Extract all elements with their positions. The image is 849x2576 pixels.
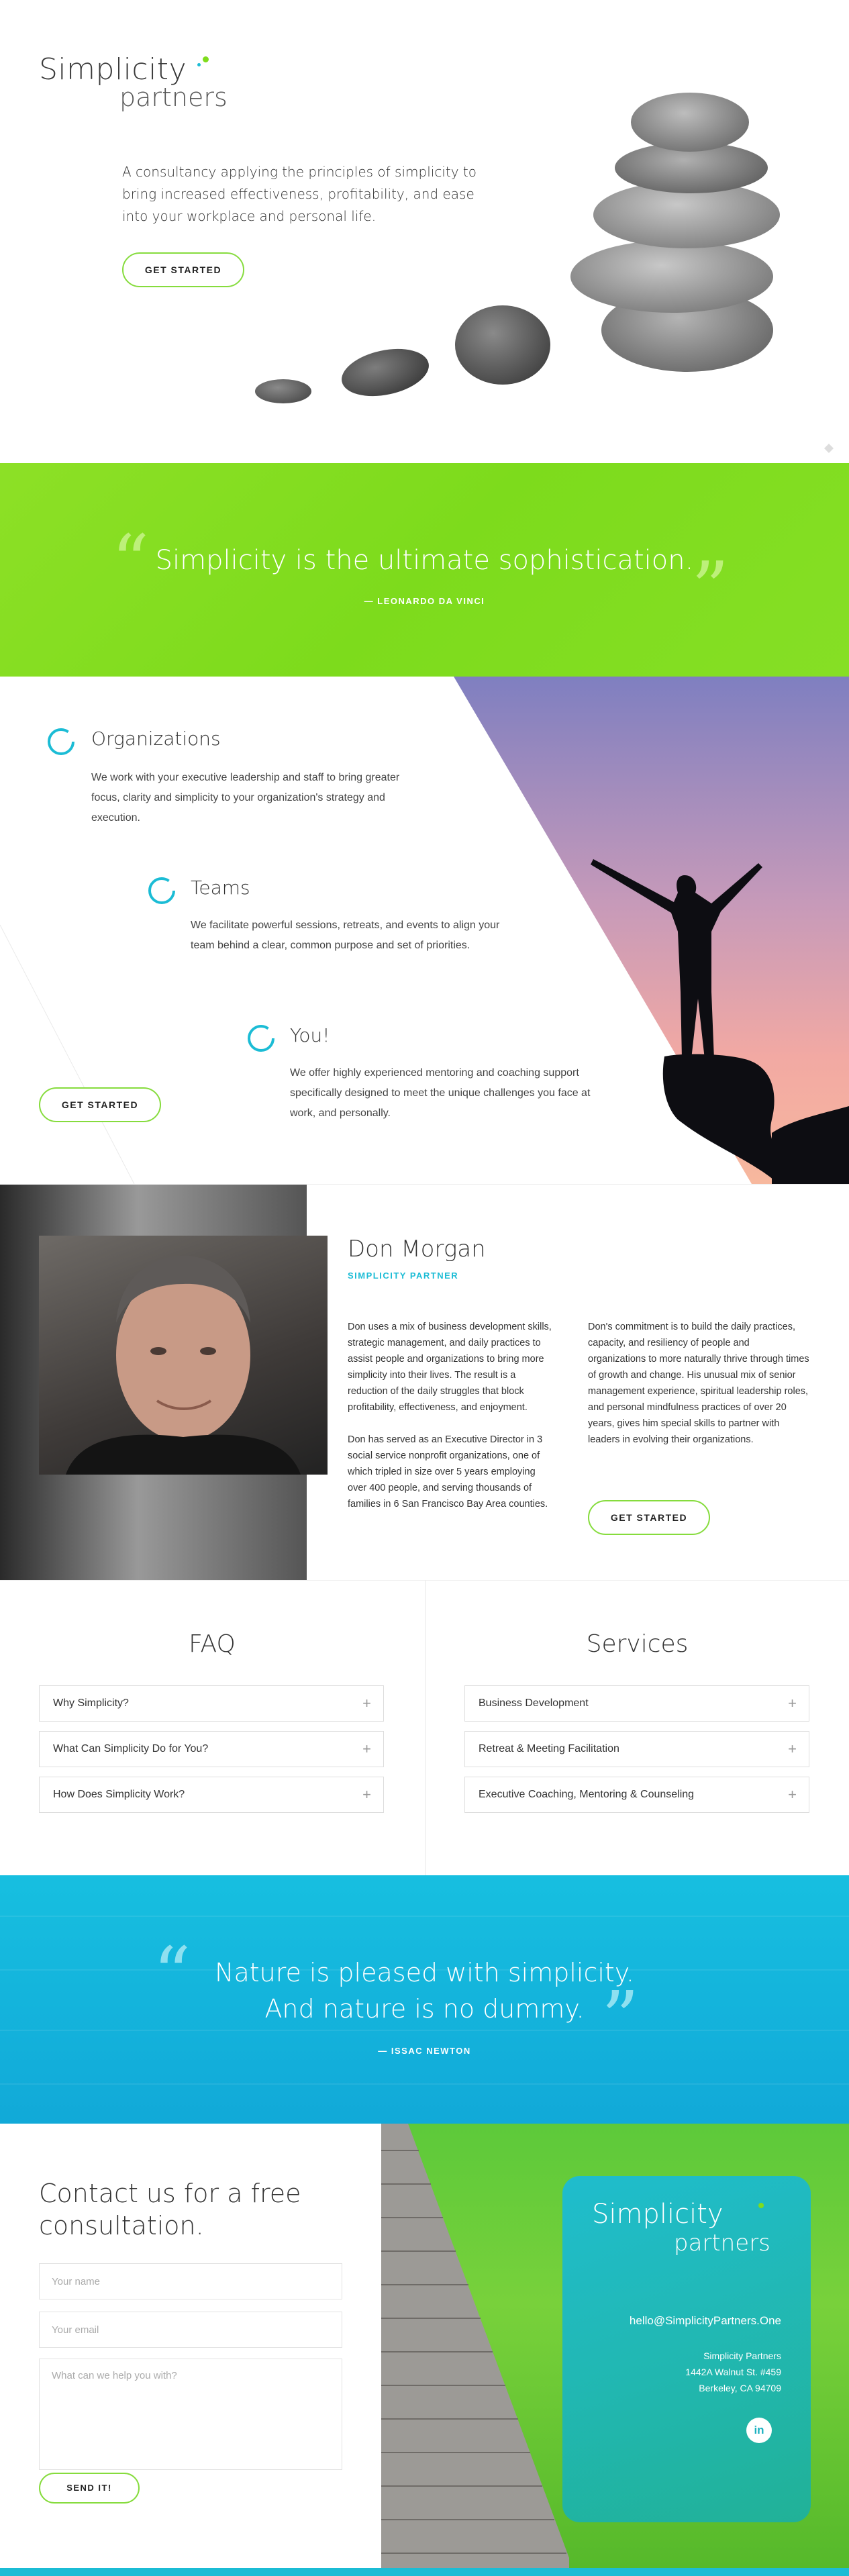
quote2-line2: And nature is no dummy. [264, 1994, 585, 2024]
boardwalk-photo: Simplicity partners hello@SimplicityPart… [381, 2124, 849, 2576]
bio-role: SIMPLICITY PARTNER [348, 1271, 459, 1281]
logo-dot-green [203, 56, 209, 62]
bio-get-started-button[interactable]: GET STARTED [588, 1500, 710, 1535]
organizations-desc: We work with your executive leadership a… [91, 772, 400, 824]
bio-column-left: Don uses a mix of business development s… [348, 1319, 556, 1512]
organizations-title: Organizations [91, 728, 221, 750]
services-title: Services [586, 1630, 689, 1658]
card-logo-dot [758, 2203, 764, 2208]
quote2-text: Nature is pleased with simplicity. And n… [0, 1954, 849, 2027]
teams-title: Teams [191, 877, 250, 899]
faq-title: FAQ [189, 1630, 236, 1658]
card-logo-line2: partners [674, 2230, 770, 2257]
service-item[interactable]: Executive Coaching, Mentoring & Counseli… [464, 1777, 809, 1813]
logo-line2: partners [119, 83, 228, 112]
contact-card: Simplicity partners hello@SimplicityPart… [562, 2176, 811, 2522]
linkedin-icon[interactable]: in [746, 2418, 772, 2443]
faq-item[interactable]: Why Simplicity? + [39, 1685, 384, 1722]
circle-logo-icon [148, 877, 175, 904]
bio-paragraph: Don's commitment is to build the daily p… [588, 1322, 809, 1445]
quote-banner-green: “ Simplicity is the ultimate sophisticat… [0, 463, 849, 677]
service-item[interactable]: Retreat & Meeting Facilitation + [464, 1731, 809, 1767]
quote2-line1: Nature is pleased with simplicity. [215, 1958, 634, 1987]
bio-name: Don Morgan [348, 1236, 486, 1262]
circle-logo-icon [248, 1025, 274, 1052]
quote2-author: — ISSAC NEWTON [378, 2046, 471, 2056]
offerings-section: Organizations We work with your executiv… [0, 677, 849, 1184]
bio-section: Don Morgan SIMPLICITY PARTNER Don uses a… [0, 1184, 849, 1580]
contact-title: Contact us for a free consultation. [39, 2179, 301, 2240]
contact-section: Contact us for a free consultation. SEND… [0, 2124, 849, 2576]
bio-paragraph: Don uses a mix of business development s… [348, 1322, 552, 1413]
close-quote-icon: ” [601, 1975, 640, 2061]
service-item[interactable]: Business Development + [464, 1685, 809, 1722]
plus-icon: + [788, 1695, 797, 1712]
bio-column-right: Don's commitment is to build the daily p… [588, 1319, 809, 1448]
contact-email-link[interactable]: hello@SimplicityPartners.One [630, 2314, 781, 2328]
scroll-down-icon[interactable] [822, 442, 836, 455]
plus-icon: + [788, 1786, 797, 1803]
logo-line1: Simplicity [39, 52, 187, 87]
you-desc: We offer highly experienced mentoring an… [290, 1067, 591, 1119]
faq-item[interactable]: How Does Simplicity Work? + [39, 1777, 384, 1813]
hero-get-started-button[interactable]: GET STARTED [122, 252, 244, 287]
quote1-author: — LEONARDO DA VINCI [364, 596, 485, 606]
plus-icon: + [362, 1786, 371, 1803]
circle-logo-icon [48, 728, 74, 755]
card-logo-line1: Simplicity [592, 2199, 723, 2230]
message-field[interactable] [39, 2359, 342, 2470]
contact-address: Simplicity Partners 1442A Walnut St. #45… [685, 2350, 781, 2393]
footer-bar [0, 2568, 849, 2576]
site-logo[interactable]: Simplicity partners [39, 52, 228, 112]
teams-desc: We facilitate powerful sessions, retreat… [191, 920, 500, 951]
hero-section: Simplicity partners A consultancy applyi… [0, 0, 849, 463]
faq-item[interactable]: What Can Simplicity Do for You? + [39, 1731, 384, 1767]
offerings-get-started-button[interactable]: GET STARTED [39, 1087, 161, 1122]
faq-column: FAQ Why Simplicity? + What Can Simplicity… [0, 1581, 424, 1875]
quote-banner-water: “ Nature is pleased with simplicity. And… [0, 1875, 849, 2124]
services-column: Services Business Development + Retreat &… [425, 1581, 849, 1875]
you-title: You! [290, 1024, 330, 1046]
portrait-photo [39, 1236, 328, 1475]
send-button[interactable]: SEND IT! [39, 2473, 140, 2504]
email-field[interactable] [39, 2312, 342, 2348]
plus-icon: + [788, 1740, 797, 1757]
name-field[interactable] [39, 2263, 342, 2299]
plus-icon: + [362, 1740, 371, 1757]
close-quote-icon: ” [691, 546, 730, 632]
hero-tagline: A consultancy applying the principles of… [122, 164, 477, 224]
faq-services-section: FAQ Why Simplicity? + What Can Simplicity… [0, 1580, 849, 1875]
bio-paragraph: Don has served as an Executive Director … [348, 1434, 548, 1509]
logo-dot-blue [197, 63, 201, 66]
plus-icon: + [362, 1695, 371, 1712]
